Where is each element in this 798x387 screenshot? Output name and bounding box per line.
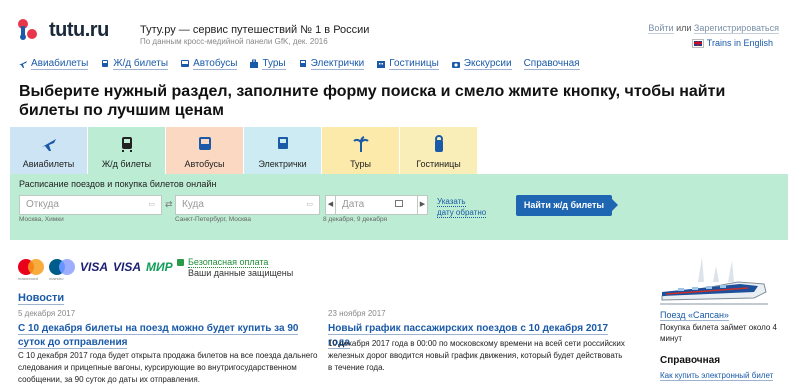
news-text: 10 декабря 2017 года в 00:00 по московск…	[328, 339, 625, 372]
news-date: 23 ноября 2017	[328, 309, 386, 318]
news-title-link[interactable]: С 10 декабря билеты на поезд можно будет…	[18, 322, 318, 350]
suitcase-icon	[250, 59, 259, 68]
from-hint: Москва, Химки	[19, 216, 64, 223]
trains-in-english-link[interactable]: Trains in English	[707, 38, 773, 48]
swap-icon[interactable]: ⇄	[165, 199, 173, 210]
tab-bus[interactable]: Автобусы	[166, 127, 243, 174]
visa-electron-icon: VISA	[113, 260, 142, 274]
return-date-link[interactable]: Указать дату обратно	[437, 196, 487, 218]
login-link[interactable]: Войти	[648, 23, 674, 34]
to-hint: Санкт-Петербург, Москва	[175, 216, 251, 223]
top-nav: Авиабилеты Ж/д билеты Автобусы Туры Элек…	[18, 58, 580, 70]
secure-payment: Безопасная оплата Ваши данные защищены	[177, 257, 293, 279]
bus-icon	[198, 137, 211, 150]
to-field[interactable]: Куда ▭	[175, 195, 320, 215]
service-tabs: Авиабилеты Ж/д билеты Автобусы Электричк…	[10, 127, 478, 175]
nav-item-train[interactable]: Ж/д билеты	[100, 58, 169, 70]
door-hanger-icon	[434, 135, 443, 152]
train-search-panel: Расписание поездов и покупка билетов онл…	[10, 174, 788, 240]
date-field[interactable]: Дата	[335, 195, 418, 215]
nav-item-reference[interactable]: Справочная	[523, 58, 580, 70]
secure-payment-link[interactable]: Безопасная оплата	[188, 257, 269, 268]
auth-or: или	[676, 23, 692, 33]
tab-avia[interactable]: Авиабилеты	[10, 127, 87, 174]
logo-text: tutu.ru	[49, 18, 109, 41]
slogan: Туту.ру — сервис путешествий № 1 в Росси…	[140, 24, 370, 36]
auth-links: Войти или Зарегистрироваться	[648, 23, 779, 34]
nav-item-hotels[interactable]: Гостиницы	[376, 58, 439, 70]
news-text: С 10 декабря 2017 года будет открыта про…	[18, 351, 318, 384]
nav-item-bus[interactable]: Автобусы	[180, 58, 238, 70]
find-train-tickets-button[interactable]: Найти ж/д билеты	[516, 195, 618, 216]
calendar-icon[interactable]	[395, 200, 403, 207]
how-to-buy-ticket-link[interactable]: Как купить электронный билет	[660, 371, 774, 381]
uk-flag-icon	[691, 38, 704, 48]
from-field[interactable]: Откуда ▭	[19, 195, 162, 215]
train-icon	[102, 60, 109, 67]
logo[interactable]: tutu.ru	[17, 17, 109, 43]
language-switch[interactable]: Trains in English	[691, 38, 773, 48]
bus-icon	[181, 60, 190, 67]
secure-payment-text: Ваши данные защищены	[188, 268, 294, 278]
nav-item-elektrichki[interactable]: Электрички	[298, 58, 365, 70]
reference-heading: Справочная	[660, 355, 721, 366]
tab-elektrichki[interactable]: Электрички	[244, 127, 321, 174]
palm-icon	[352, 136, 369, 152]
mir-icon: МИР	[146, 260, 173, 274]
tab-tours[interactable]: Туры	[322, 127, 399, 174]
nav-item-tours[interactable]: Туры	[249, 58, 286, 70]
plane-icon	[19, 61, 27, 68]
plane-icon	[41, 139, 56, 151]
sapsan-link[interactable]: Поезд «Сапсан»	[660, 310, 729, 321]
page-headline: Выберите нужный раздел, заполните форму …	[19, 83, 726, 119]
register-link[interactable]: Зарегистрироваться	[693, 23, 779, 34]
search-panel-title: Расписание поездов и покупка билетов онл…	[19, 179, 217, 189]
news-heading-link[interactable]: Новости	[18, 292, 65, 305]
payment-logos: mastercard maestro VISA VISA МИР	[18, 259, 173, 281]
date-next-button[interactable]: ▶	[417, 195, 428, 215]
commuter-train-icon	[299, 60, 306, 67]
sapsan-train-image[interactable]	[658, 252, 770, 308]
tutu-logo-icon	[18, 19, 37, 40]
commuter-train-icon	[277, 137, 288, 149]
lock-icon	[177, 259, 184, 266]
station-picker-icon: ▭	[306, 201, 313, 208]
nav-item-avia[interactable]: Авиабилеты	[18, 58, 89, 70]
station-picker-icon: ▭	[148, 201, 155, 208]
maestro-icon: maestro	[49, 259, 75, 281]
mastercard-icon: mastercard	[18, 259, 44, 281]
tab-hotels[interactable]: Гостиницы	[400, 127, 477, 174]
slogan-source: По данным кросс-медийной панели GfK, дек…	[140, 37, 328, 46]
sapsan-text: Покупка билета займет около 4 минут	[660, 323, 777, 343]
news-date: 5 декабря 2017	[18, 309, 76, 318]
visa-icon: VISA	[80, 260, 109, 274]
camera-icon	[451, 62, 460, 68]
tab-train[interactable]: Ж/д билеты	[88, 127, 165, 175]
date-hint: 8 декабря, 9 декабря	[323, 216, 388, 223]
train-icon	[121, 137, 132, 152]
nav-item-excursions[interactable]: Экскурсии	[451, 58, 512, 70]
hotel-icon	[377, 61, 386, 68]
